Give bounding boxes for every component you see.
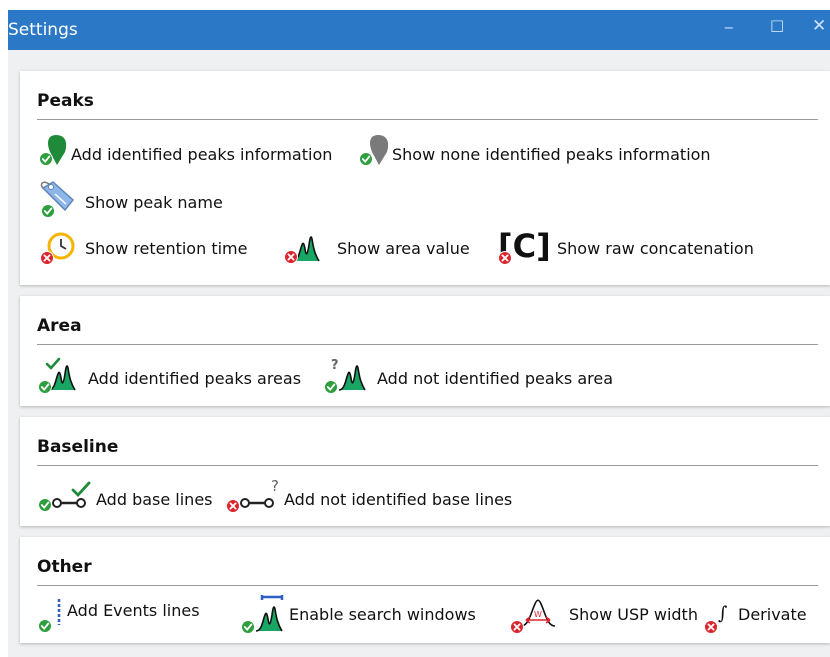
item-label: Add base lines	[96, 490, 213, 509]
peak-area-icon	[283, 236, 320, 265]
item-label: Show none identified peaks information	[392, 145, 711, 164]
window-title: Settings	[8, 20, 78, 40]
section-title-area: Area	[37, 316, 82, 336]
divider	[37, 344, 818, 345]
item-label: Show raw concatenation	[557, 239, 754, 258]
section-title-peaks: Peaks	[37, 91, 94, 111]
settings-panel: Peaks Add identified peaks information S…	[8, 50, 830, 657]
divider	[37, 585, 818, 586]
usp-w-glyph: W	[534, 610, 542, 619]
peak-check-icon	[37, 357, 76, 395]
svg-text:?: ?	[271, 477, 279, 495]
gray-pin-icon	[358, 135, 389, 167]
baseline-check-icon	[37, 481, 91, 513]
section-title-other: Other	[37, 557, 92, 577]
item-label: Show peak name	[85, 193, 223, 212]
item-label: Add identified peaks areas	[88, 369, 302, 388]
area-section: Area Add identified peaks areas ? Add no…	[20, 296, 830, 406]
item-label: Add not identified base lines	[284, 490, 513, 509]
divider	[37, 465, 818, 466]
clock-icon	[39, 232, 75, 266]
tag-icon	[40, 181, 75, 219]
usp-width-icon: W	[509, 599, 556, 635]
item-label: Add Events lines	[67, 601, 200, 620]
other-section: Other Add Events lines Enable search win…	[20, 537, 830, 643]
derivate-icon: ∫	[703, 603, 728, 635]
integral-glyph: ∫	[718, 603, 728, 624]
maximize-button[interactable]: □	[770, 16, 784, 34]
divider	[37, 119, 818, 120]
baseline-section: Baseline Add base lines ? Add not identi…	[20, 417, 830, 526]
item-label: Show retention time	[85, 239, 248, 258]
section-title-baseline: Baseline	[37, 437, 119, 457]
title-bar: Settings ‒ □ ✕	[8, 10, 830, 50]
green-pin-icon	[38, 135, 67, 167]
events-line-icon	[37, 599, 61, 634]
item-label: Show area value	[337, 239, 470, 258]
baseline-question-icon: ?	[225, 477, 279, 514]
concatenation-icon: [C]	[497, 227, 551, 266]
item-label: Derivate	[738, 605, 807, 624]
item-label: Show USP width	[569, 605, 698, 624]
peak-question-icon: ?	[323, 358, 366, 395]
close-button[interactable]: ✕	[812, 16, 826, 36]
svg-text:?: ?	[331, 358, 339, 373]
search-window-icon	[240, 595, 284, 635]
item-label: Enable search windows	[289, 605, 476, 624]
item-label: Add not identified peaks area	[377, 369, 613, 388]
item-label: Add identified peaks information	[71, 145, 333, 164]
peaks-section: Peaks Add identified peaks information S…	[20, 71, 830, 285]
minimize-button[interactable]: ‒	[724, 18, 734, 36]
